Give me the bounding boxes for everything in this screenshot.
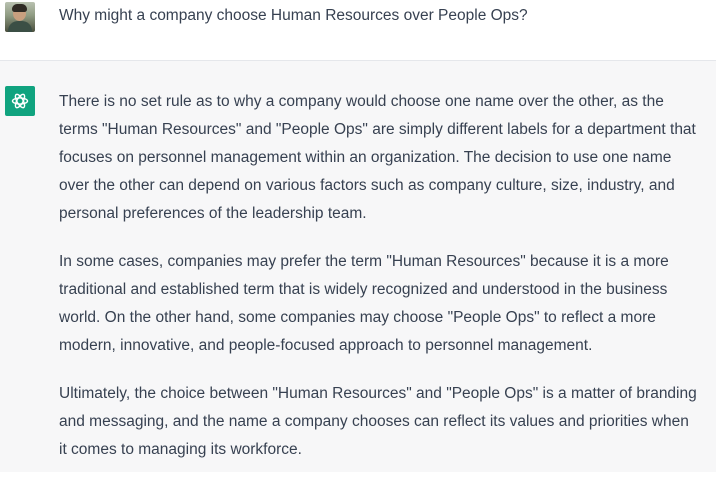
assistant-message-row: There is no set rule as to why a company…	[0, 61, 716, 472]
assistant-paragraph-3: Ultimately, the choice between "Human Re…	[59, 385, 697, 458]
assistant-paragraph-1: There is no set rule as to why a company…	[59, 93, 696, 222]
avatar-hair	[12, 4, 27, 12]
assistant-message-text: There is no set rule as to why a company…	[59, 88, 699, 484]
user-message-text: Why might a company choose Human Resourc…	[59, 7, 528, 24]
user-avatar	[5, 2, 35, 32]
user-message-row: Why might a company choose Human Resourc…	[0, 0, 716, 61]
openai-logo-icon	[5, 86, 35, 116]
avatar-shirt	[8, 21, 32, 32]
assistant-paragraph-2: In some cases, companies may prefer the …	[59, 253, 669, 354]
